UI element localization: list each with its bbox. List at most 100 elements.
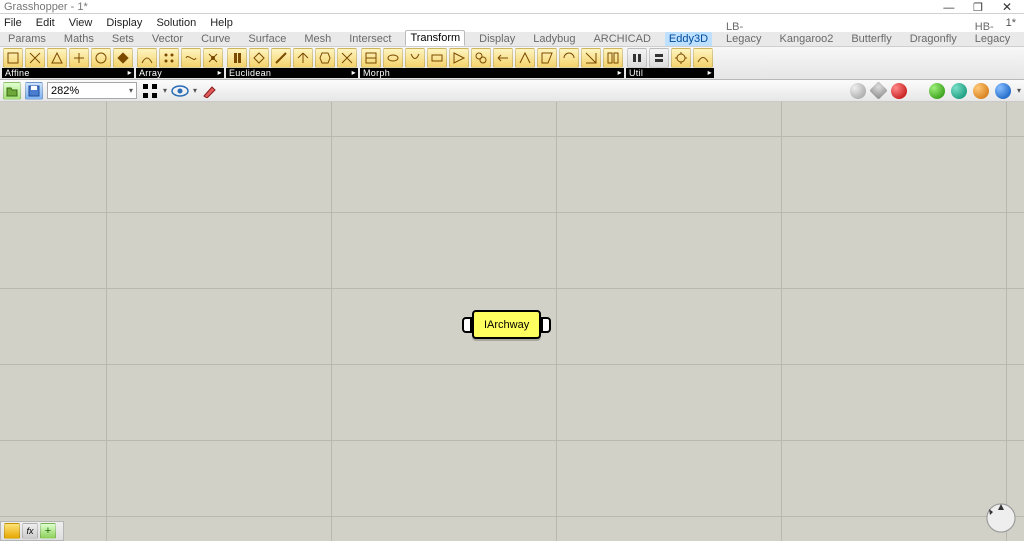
morph-tool-11[interactable] [581, 48, 601, 68]
array-tool-2[interactable] [159, 48, 179, 68]
morph-tool-10[interactable] [559, 48, 579, 68]
zoom-value: 282% [51, 85, 79, 97]
morph-tool-6[interactable] [471, 48, 491, 68]
morph-tool-9[interactable] [537, 48, 557, 68]
tab-archicad[interactable]: ARCHICAD [589, 32, 654, 46]
tab-params[interactable]: Params [4, 32, 50, 46]
window-title: Grasshopper - 1* [4, 1, 936, 13]
panel-morph: Morph [360, 48, 624, 78]
close-button[interactable]: ✕ [994, 0, 1020, 14]
morph-tool-7[interactable] [493, 48, 513, 68]
affine-tool-3[interactable] [47, 48, 67, 68]
dropdown-arrow-1[interactable]: ▾ [163, 86, 167, 95]
display-sphere-red-icon[interactable] [891, 83, 907, 99]
util-tool-2[interactable] [649, 48, 669, 68]
canvas-compass[interactable] [984, 501, 1018, 535]
display-sphere-orange-icon[interactable] [973, 83, 989, 99]
component-output-grip[interactable] [541, 317, 551, 333]
tab-curve[interactable]: Curve [197, 32, 234, 46]
widget-3[interactable]: + [40, 523, 56, 539]
array-tool-4[interactable] [203, 48, 223, 68]
morph-tool-2[interactable] [383, 48, 403, 68]
definition-canvas[interactable]: IArchway fx + [0, 102, 1024, 541]
util-tool-4[interactable] [693, 48, 713, 68]
affine-tool-2[interactable] [25, 48, 45, 68]
menu-edit[interactable]: Edit [36, 17, 55, 29]
tab-transform[interactable]: Transform [405, 30, 465, 46]
dropdown-arrow-3[interactable]: ▾ [1017, 86, 1021, 95]
tab-mesh[interactable]: Mesh [300, 32, 335, 46]
panel-label-util[interactable]: Util [626, 68, 714, 78]
morph-tool-4[interactable] [427, 48, 447, 68]
display-sphere-teal-icon[interactable] [951, 83, 967, 99]
tab-hb-legacy[interactable]: HB-Legacy [971, 20, 1014, 46]
affine-tool-5[interactable] [91, 48, 111, 68]
open-button[interactable] [3, 82, 21, 100]
component-label: IArchway [484, 319, 529, 331]
euclid-tool-1[interactable] [227, 48, 247, 68]
preview-toggle[interactable] [171, 82, 189, 100]
tab-display[interactable]: Display [475, 32, 519, 46]
tab-vector[interactable]: Vector [148, 32, 187, 46]
title-bar: Grasshopper - 1* — ❐ ✕ [0, 0, 1024, 14]
tab-ladybug[interactable]: Ladybug [529, 32, 579, 46]
minimize-button[interactable]: — [936, 2, 962, 14]
panel-euclidean: Euclidean [226, 48, 358, 78]
util-tool-3[interactable] [671, 48, 691, 68]
display-sphere-grey-icon[interactable] [850, 83, 866, 99]
component-input-grip[interactable] [462, 317, 472, 333]
tab-sets[interactable]: Sets [108, 32, 138, 46]
morph-tool-12[interactable] [603, 48, 623, 68]
widget-2[interactable]: fx [22, 523, 38, 539]
morph-tool-5[interactable] [449, 48, 469, 68]
ribbon-toolbar: Affine Array Euclidean [0, 47, 1024, 80]
tab-kangaroo2[interactable]: Kangaroo2 [776, 32, 838, 46]
euclid-tool-2[interactable] [249, 48, 269, 68]
zoom-level-dropdown[interactable]: 282% ▾ [47, 82, 137, 99]
file-toolbar: 282% ▾ ▾ ▾ ▾ [0, 80, 1024, 102]
canvas-widgets-bar: fx + [0, 521, 64, 541]
panel-util: Util [626, 48, 714, 78]
panel-label-array[interactable]: Array [136, 68, 224, 78]
save-button[interactable] [25, 82, 43, 100]
panel-label-affine[interactable]: Affine [2, 68, 134, 78]
euclid-tool-4[interactable] [293, 48, 313, 68]
display-diamond-icon[interactable] [869, 81, 887, 99]
util-tool-1[interactable] [627, 48, 647, 68]
tab-maths[interactable]: Maths [60, 32, 98, 46]
array-tool-1[interactable] [137, 48, 157, 68]
affine-tool-6[interactable] [113, 48, 133, 68]
widget-1[interactable] [4, 523, 20, 539]
window-controls: — ❐ ✕ [936, 0, 1020, 14]
panel-label-euclidean[interactable]: Euclidean [226, 68, 358, 78]
affine-tool-1[interactable] [3, 48, 23, 68]
tab-lb-legacy[interactable]: LB-Legacy [722, 20, 765, 46]
maximize-button[interactable]: ❐ [965, 1, 991, 14]
tab-intersect[interactable]: Intersect [345, 32, 395, 46]
dropdown-arrow-2[interactable]: ▾ [193, 86, 197, 95]
display-sphere-blue-icon[interactable] [995, 83, 1011, 99]
display-sphere-green-icon[interactable] [929, 83, 945, 99]
zoom-fit-button[interactable] [141, 82, 159, 100]
tab-eddy3d[interactable]: Eddy3D [665, 32, 712, 46]
array-tool-3[interactable] [181, 48, 201, 68]
menu-solution[interactable]: Solution [156, 17, 196, 29]
component-body[interactable]: IArchway [472, 310, 541, 339]
menu-view[interactable]: View [69, 17, 93, 29]
euclid-tool-6[interactable] [337, 48, 357, 68]
menu-help[interactable]: Help [210, 17, 233, 29]
morph-tool-1[interactable] [361, 48, 381, 68]
morph-tool-3[interactable] [405, 48, 425, 68]
menu-display[interactable]: Display [106, 17, 142, 29]
sketch-button[interactable] [201, 82, 219, 100]
morph-tool-8[interactable] [515, 48, 535, 68]
tab-butterfly[interactable]: Butterfly [847, 32, 895, 46]
menu-file[interactable]: File [4, 17, 22, 29]
panel-label-morph[interactable]: Morph [360, 68, 624, 78]
euclid-tool-3[interactable] [271, 48, 291, 68]
tab-surface[interactable]: Surface [244, 32, 290, 46]
euclid-tool-5[interactable] [315, 48, 335, 68]
affine-tool-4[interactable] [69, 48, 89, 68]
tab-dragonfly[interactable]: Dragonfly [906, 32, 961, 46]
component-iarchway[interactable]: IArchway [462, 310, 551, 339]
